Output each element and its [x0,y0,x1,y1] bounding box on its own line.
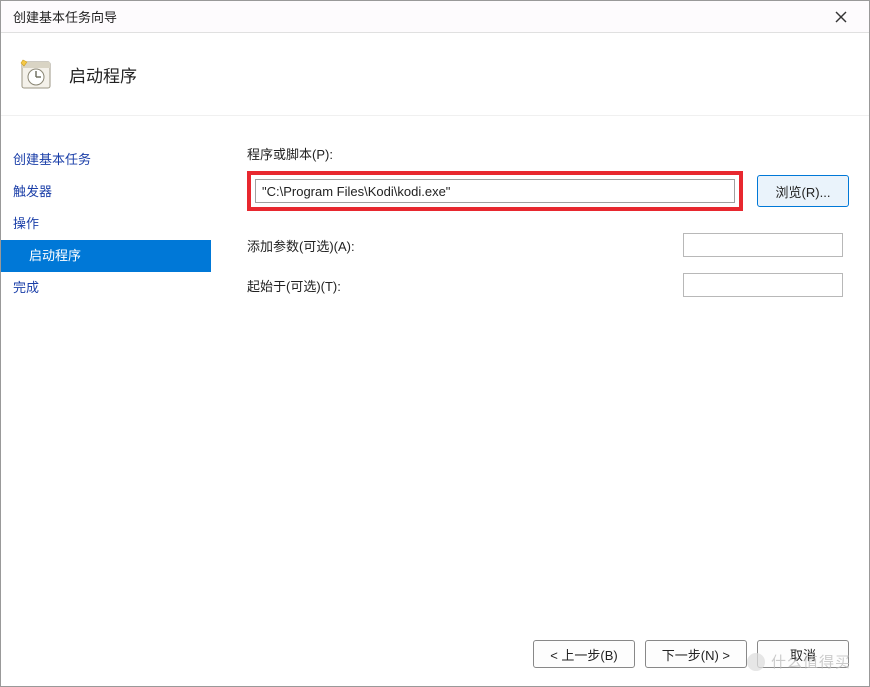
window-title: 创建基本任务向导 [13,7,117,26]
program-input-highlight [247,171,743,211]
args-row: 添加参数(可选)(A): [247,233,849,257]
footer-buttons: < 上一步(B) 下一步(N) > 取消 [533,640,849,668]
wizard-sidebar: 创建基本任务 触发器 操作 启动程序 完成 [1,116,211,686]
args-input[interactable] [683,233,843,257]
header: 启动程序 [1,33,869,115]
startin-input[interactable] [683,273,843,297]
page-title: 启动程序 [69,62,137,87]
sidebar-item-finish[interactable]: 完成 [1,272,211,304]
back-button[interactable]: < 上一步(B) [533,640,635,668]
sidebar-item-create-task[interactable]: 创建基本任务 [1,144,211,176]
program-script-label: 程序或脚本(P): [247,144,849,163]
content-area: 创建基本任务 触发器 操作 启动程序 完成 程序或脚本(P): 浏览(R)...… [1,115,869,686]
titlebar: 创建基本任务向导 [1,1,869,33]
wizard-icon [19,57,53,91]
sidebar-item-trigger[interactable]: 触发器 [1,176,211,208]
startin-row: 起始于(可选)(T): [247,273,849,297]
close-icon [835,11,847,23]
startin-label: 起始于(可选)(T): [247,276,371,295]
next-button[interactable]: 下一步(N) > [645,640,747,668]
program-row: 浏览(R)... [247,171,849,211]
cancel-button[interactable]: 取消 [757,640,849,668]
args-label: 添加参数(可选)(A): [247,236,371,255]
browse-button[interactable]: 浏览(R)... [757,175,849,207]
program-script-input[interactable] [255,179,735,203]
main-panel: 程序或脚本(P): 浏览(R)... 添加参数(可选)(A): 起始于(可选)(… [211,116,869,686]
wizard-window: 创建基本任务向导 启动程序 创建基本任务 触发器 操作 启动程序 完成 [0,0,870,687]
sidebar-item-start-program[interactable]: 启动程序 [1,240,211,272]
close-button[interactable] [821,3,861,31]
sidebar-item-action[interactable]: 操作 [1,208,211,240]
